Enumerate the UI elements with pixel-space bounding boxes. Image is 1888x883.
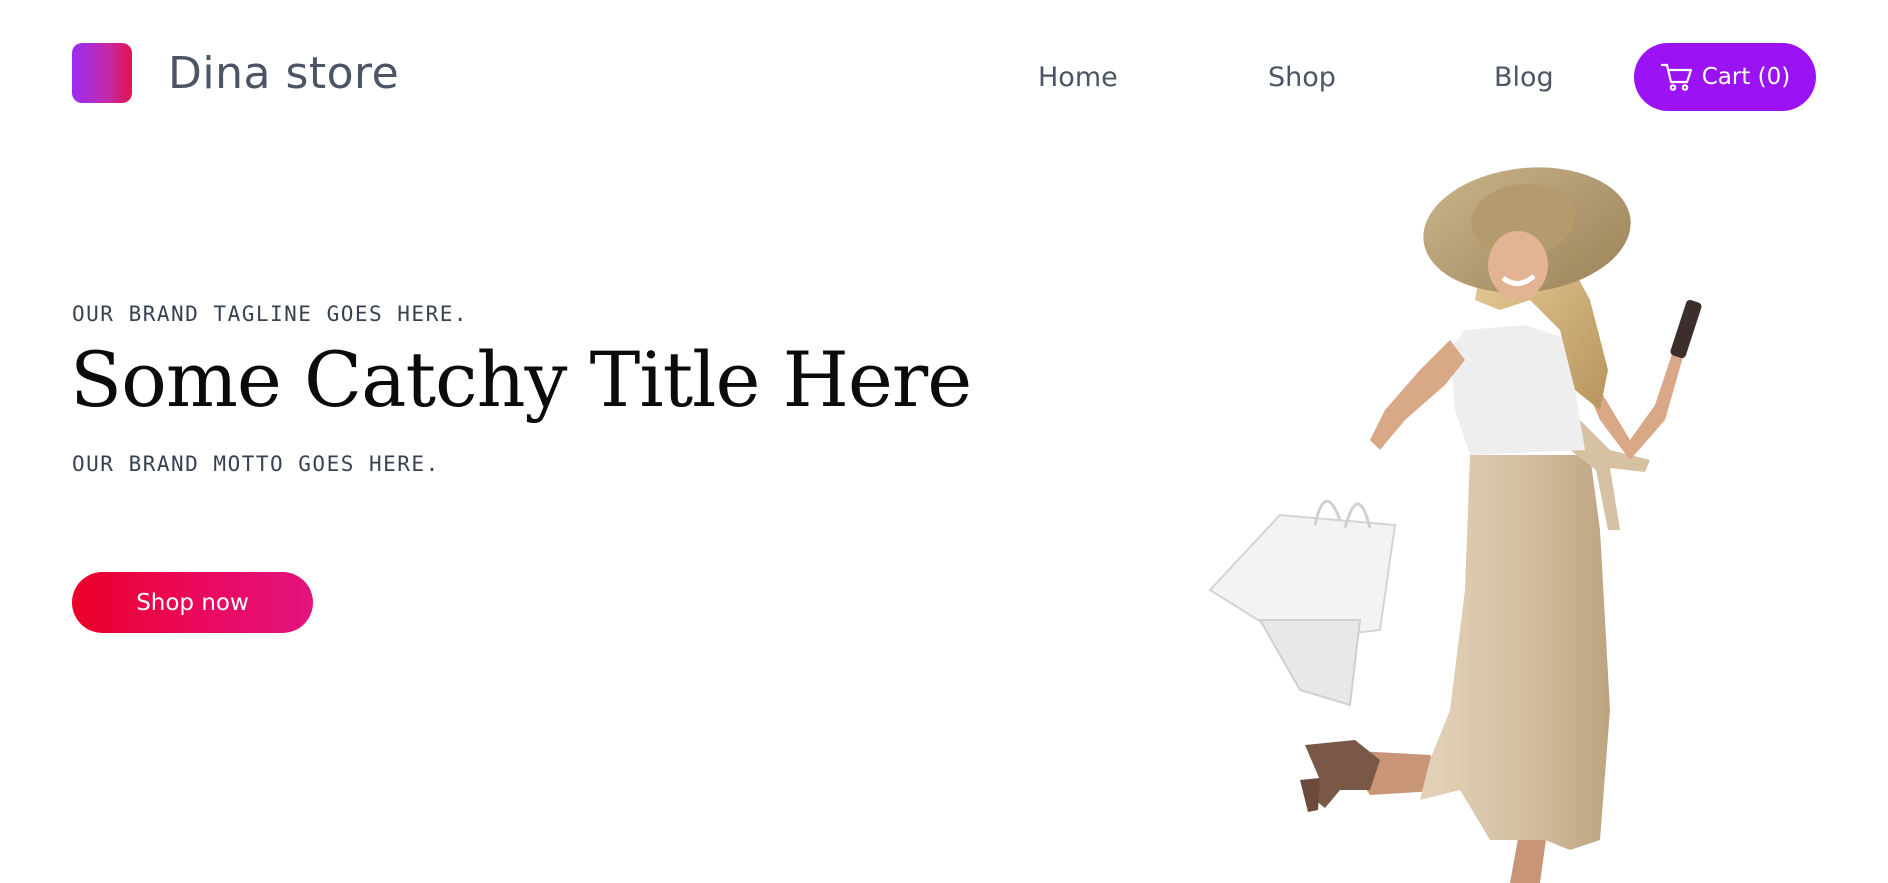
brand-logo[interactable] xyxy=(72,43,132,103)
cart-label: Cart (0) xyxy=(1701,64,1791,90)
brand-motto: OUR BRAND MOTTO GOES HERE. xyxy=(72,452,440,476)
shopping-cart-icon xyxy=(1660,62,1694,92)
hero-woman-shopping-image xyxy=(1208,167,1702,883)
site-header: Dina store Home Shop Blog Cart (0) xyxy=(0,0,1888,150)
nav-link-shop[interactable]: Shop xyxy=(1268,62,1336,93)
nav-link-home[interactable]: Home xyxy=(1038,62,1118,93)
brand-name[interactable]: Dina store xyxy=(168,48,399,99)
cart-button[interactable]: Cart (0) xyxy=(1634,43,1816,111)
hero-title: Some Catchy Title Here xyxy=(70,335,972,424)
brand-tagline: OUR BRAND TAGLINE GOES HERE. xyxy=(72,302,469,326)
shop-now-button[interactable]: Shop now xyxy=(72,572,313,633)
nav-link-blog[interactable]: Blog xyxy=(1494,62,1554,93)
